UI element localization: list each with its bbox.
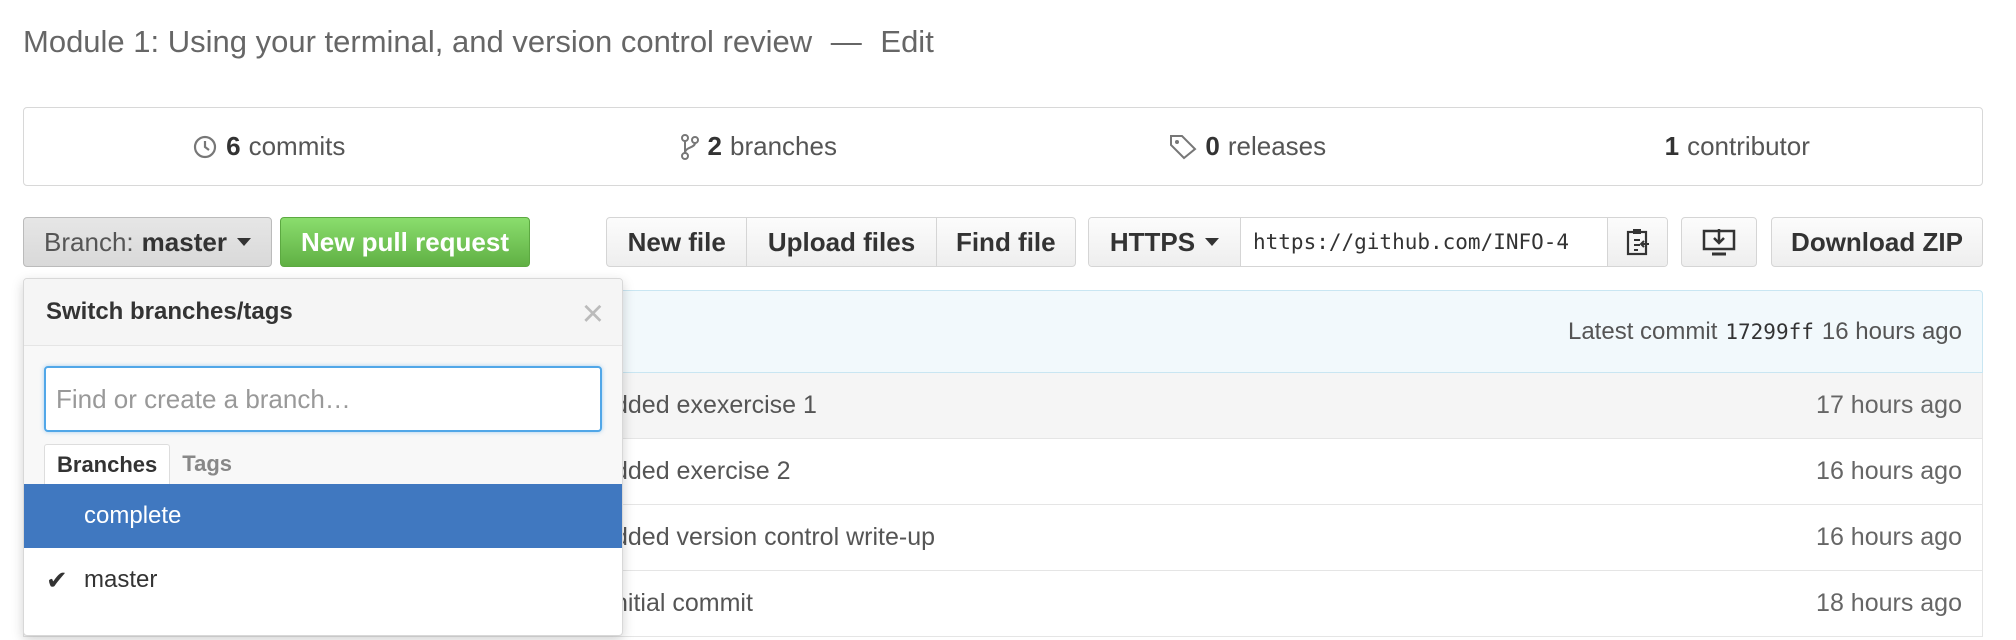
- protocol-select-button[interactable]: HTTPS: [1089, 218, 1241, 266]
- download-zip-button[interactable]: Download ZIP: [1771, 217, 1983, 267]
- caret-down-icon: [236, 238, 251, 246]
- clone-url-input[interactable]: [1241, 218, 1607, 266]
- upload-files-button[interactable]: Upload files: [746, 218, 935, 266]
- stat-branches[interactable]: 2 branches: [514, 108, 1004, 185]
- latest-commit-age: 16 hours ago: [1821, 317, 1962, 345]
- open-in-desktop-button[interactable]: [1681, 217, 1757, 267]
- branch-item-master[interactable]: ✔ master: [24, 548, 622, 612]
- find-file-button[interactable]: Find file: [935, 218, 1075, 266]
- check-icon: ✔: [46, 564, 68, 595]
- branch-item-label: master: [84, 566, 158, 593]
- branch-icon: [680, 133, 699, 160]
- repo-description: Module 1: Using your terminal, and versi…: [23, 24, 934, 60]
- branch-prefix: Branch:: [44, 226, 134, 257]
- commit-message-link[interactable]: nitial commit: [614, 589, 753, 618]
- commits-count: 6: [226, 131, 241, 161]
- stat-commits[interactable]: 6 commits: [24, 108, 514, 185]
- commits-label: commits: [248, 131, 346, 161]
- desktop-download-icon: [1702, 229, 1736, 256]
- caret-down-icon: [1205, 238, 1220, 246]
- tab-branches[interactable]: Branches: [44, 444, 171, 484]
- tag-icon: [1170, 134, 1197, 159]
- branch-switcher-dropdown: Switch branches/tags × Branches Tags com…: [23, 278, 623, 636]
- dropdown-title: Switch branches/tags: [46, 298, 293, 325]
- dropdown-tabs: Branches Tags: [24, 444, 622, 484]
- separator-dash: —: [830, 24, 862, 59]
- copy-url-button[interactable]: [1607, 218, 1667, 266]
- commit-message-link[interactable]: dded exexercise 1: [614, 391, 817, 420]
- history-icon: [194, 135, 217, 158]
- stat-contributors[interactable]: 1 contributor: [1493, 108, 1983, 185]
- commit-age: 16 hours ago: [1816, 523, 1962, 551]
- releases-count: 0: [1205, 131, 1220, 161]
- repo-description-text: Module 1: Using your terminal, and versi…: [23, 24, 813, 59]
- edit-description-link[interactable]: Edit: [880, 24, 933, 59]
- new-file-button[interactable]: New file: [607, 218, 746, 266]
- commit-message-link[interactable]: dded exercise 2: [614, 457, 791, 486]
- file-actions-group: New file Upload files Find file: [606, 217, 1076, 267]
- current-branch-name: master: [141, 226, 227, 257]
- new-pull-request-button[interactable]: New pull request: [280, 217, 530, 267]
- branch-item-complete[interactable]: complete: [24, 484, 622, 548]
- commit-sha-link[interactable]: 17299ff: [1725, 320, 1814, 344]
- dropdown-header: Switch branches/tags ×: [24, 279, 622, 346]
- branches-label: branches: [730, 131, 837, 161]
- releases-label: releases: [1227, 131, 1327, 161]
- commit-age: 17 hours ago: [1816, 391, 1962, 419]
- contributors-count: 1: [1664, 131, 1680, 161]
- stat-releases[interactable]: 0 releases: [1003, 108, 1493, 185]
- protocol-label: HTTPS: [1109, 226, 1196, 257]
- branch-select-button[interactable]: Branch: master: [23, 217, 272, 267]
- clone-url-box: HTTPS: [1088, 217, 1668, 267]
- tab-tags[interactable]: Tags: [170, 444, 244, 484]
- branch-filter-input[interactable]: [44, 366, 602, 432]
- close-icon[interactable]: ×: [582, 293, 604, 336]
- commit-message-link[interactable]: dded version control write-up: [614, 523, 935, 552]
- branch-filter-area: [24, 346, 622, 446]
- branch-item-label: complete: [84, 502, 182, 529]
- latest-commit-label: Latest commit: [1567, 317, 1718, 345]
- commit-age: 18 hours ago: [1816, 589, 1962, 617]
- clipboard-icon: [1626, 229, 1649, 256]
- contributors-label: contributor: [1687, 131, 1810, 161]
- branches-count: 2: [707, 131, 722, 161]
- commit-age: 16 hours ago: [1816, 457, 1962, 485]
- numbers-summary: 6 commits 2 branches 0 releases 1 contri…: [23, 107, 1983, 186]
